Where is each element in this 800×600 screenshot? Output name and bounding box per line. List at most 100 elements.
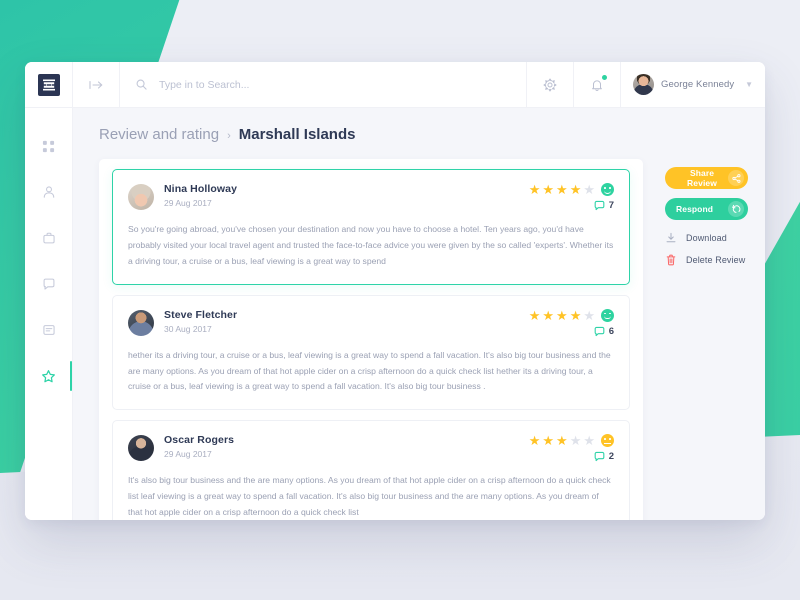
share-review-label: Share Review (687, 168, 717, 188)
star-rating[interactable]: ★ ★ ★ ★ ★ (528, 433, 614, 449)
reviews-panel: Nina Holloway 29 Aug 2017 ★ ★ ★ ★ ★ 7 So… (99, 159, 643, 520)
mood-neutral-icon (601, 434, 614, 448)
sidebar-item-jobs[interactable] (25, 226, 72, 250)
collapse-arrow-icon (88, 80, 102, 89)
star-filled-icon: ★ (542, 182, 555, 197)
respond-label: Respond (676, 204, 714, 214)
breadcrumb: Review and rating › Marshall Islands (99, 126, 745, 143)
star-filled-icon: ★ (542, 307, 555, 323)
review-header: Oscar Rogers 29 Aug 2017 ★ ★ ★ ★ ★ 2 (128, 434, 614, 462)
review-rating: ★ ★ ★ ★ ★ (529, 434, 614, 462)
window-body: Review and rating › Marshall Islands Nin… (25, 108, 765, 520)
star-filled-icon: ★ (528, 307, 541, 323)
review-card[interactable]: Nina Holloway 29 Aug 2017 ★ ★ ★ ★ ★ 7 So… (112, 169, 630, 285)
reviewer-name: Nina Holloway (164, 183, 238, 195)
review-text: hether its a driving tour, a cruise or a… (128, 349, 611, 392)
download-button[interactable]: Download (665, 232, 748, 244)
reviewer-meta: Oscar Rogers 29 Aug 2017 (164, 434, 529, 459)
comment-icon (594, 452, 605, 462)
sidebar-collapse-button[interactable] (73, 62, 120, 107)
comment-count: 6 (608, 325, 614, 337)
search-bar[interactable] (120, 62, 527, 107)
gear-icon (543, 77, 557, 92)
share-review-button[interactable]: Share Review (665, 167, 748, 189)
notification-badge (602, 75, 607, 80)
message-card-icon (42, 325, 55, 335)
user-menu[interactable]: George Kennedy ▼ (621, 62, 765, 107)
user-name: George Kennedy (661, 79, 735, 90)
sidebar-item-users[interactable] (25, 180, 72, 204)
review-rating: ★ ★ ★ ★ ★ (528, 307, 614, 337)
star-filled-icon: ★ (542, 433, 555, 449)
comment-count: 2 (608, 451, 614, 463)
grid-icon (42, 140, 55, 152)
review-rating: ★ ★ ★ ★ ★ (529, 183, 614, 211)
star-empty-icon: ★ (583, 307, 595, 323)
review-date: 29 Aug 2017 (164, 198, 212, 208)
review-card[interactable]: Oscar Rogers 29 Aug 2017 ★ ★ ★ ★ ★ 2 It'… (112, 420, 630, 520)
logo-cell[interactable] (25, 62, 73, 107)
chat-bubble-icon (43, 278, 54, 290)
review-header: Nina Holloway 29 Aug 2017 ★ ★ ★ ★ ★ 7 (128, 183, 614, 211)
comment-count-row[interactable]: 2 (529, 451, 614, 462)
bell-icon (592, 79, 602, 91)
sidebar-item-dashboard[interactable] (25, 134, 72, 158)
star-icon (42, 369, 55, 382)
top-bar: George Kennedy ▼ (25, 62, 765, 108)
respond-button[interactable]: Respond (665, 198, 748, 220)
reviewer-meta: Steve Fletcher 30 Aug 2017 (164, 309, 529, 334)
sidebar (25, 108, 73, 520)
review-date: 30 Aug 2017 (164, 323, 212, 334)
mood-happy-icon (601, 308, 614, 322)
logo-glyph (42, 79, 55, 90)
reviewer-avatar (128, 184, 154, 210)
star-filled-icon: ★ (556, 307, 568, 323)
search-icon (136, 79, 147, 90)
star-empty-icon: ★ (569, 433, 582, 449)
delete-review-label: Delete Review (686, 255, 746, 265)
content-area: Review and rating › Marshall Islands Nin… (73, 108, 765, 520)
reviewer-meta: Nina Holloway 29 Aug 2017 (164, 183, 529, 208)
star-filled-icon: ★ (556, 182, 568, 197)
share-icon-wrap (728, 170, 744, 186)
reviewer-avatar (128, 309, 154, 336)
review-card[interactable]: Steve Fletcher 30 Aug 2017 ★ ★ ★ ★ ★ 6 h… (112, 294, 630, 411)
delete-review-button[interactable]: Delete Review (665, 254, 748, 266)
sidebar-item-chat[interactable] (25, 272, 72, 296)
page-title: Marshall Islands (238, 126, 356, 143)
star-filled-icon: ★ (528, 182, 541, 197)
action-panel: Share Review Respond Download Delete Rev… (643, 159, 748, 266)
breadcrumb-separator: › (227, 130, 231, 142)
user-icon (43, 186, 54, 198)
chevron-down-icon: ▼ (745, 80, 753, 89)
star-filled-icon: ★ (569, 307, 582, 323)
star-rating[interactable]: ★ ★ ★ ★ ★ (528, 307, 614, 323)
star-filled-icon: ★ (569, 182, 582, 197)
download-label: Download (686, 233, 727, 243)
settings-button[interactable] (527, 62, 574, 107)
reply-icon-wrap (728, 201, 744, 217)
download-icon (666, 232, 676, 243)
review-header: Steve Fletcher 30 Aug 2017 ★ ★ ★ ★ ★ 6 (128, 307, 614, 337)
comment-count-row[interactable]: 6 (529, 326, 614, 337)
comment-icon (594, 200, 605, 211)
comment-count-row[interactable]: 7 (529, 200, 614, 211)
reviewer-avatar (128, 435, 154, 462)
star-empty-icon: ★ (583, 182, 595, 197)
review-date: 29 Aug 2017 (164, 449, 212, 460)
trash-icon (666, 254, 676, 266)
share-icon (731, 173, 740, 183)
reply-icon (732, 204, 741, 213)
sidebar-item-messages[interactable] (25, 318, 72, 342)
review-text: So you're going abroad, you've chosen yo… (128, 224, 614, 266)
star-rating[interactable]: ★ ★ ★ ★ ★ (529, 183, 614, 196)
search-input[interactable] (157, 77, 473, 92)
comment-count: 7 (608, 200, 614, 211)
star-filled-icon: ★ (528, 433, 541, 449)
notifications-button[interactable] (574, 62, 621, 107)
breadcrumb-parent[interactable]: Review and rating (99, 126, 219, 143)
star-empty-icon: ★ (583, 433, 595, 449)
comment-icon (594, 326, 605, 336)
briefcase-icon (42, 232, 55, 244)
sidebar-item-reviews[interactable] (25, 361, 72, 391)
